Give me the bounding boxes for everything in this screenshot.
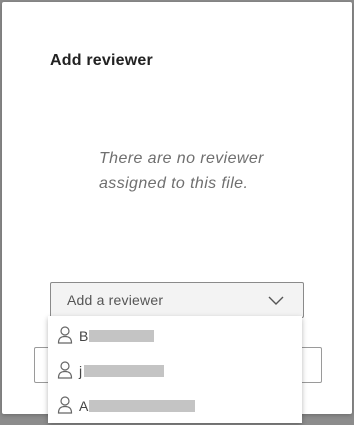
chevron-down-icon (268, 296, 284, 305)
reviewer-option-label: B (79, 327, 89, 344)
empty-reviewers-message: There are no reviewer assigned to this f… (99, 150, 264, 192)
select-placeholder: Add a reviewer (67, 292, 164, 308)
reviewer-option[interactable]: B (48, 318, 302, 353)
reviewer-option[interactable]: j (48, 353, 302, 388)
redacted-name (89, 330, 154, 342)
dialog-title: Add reviewer (50, 52, 153, 69)
add-reviewer-select[interactable]: Add a reviewer (50, 282, 304, 318)
reviewer-option[interactable]: A (48, 388, 302, 423)
person-icon (57, 361, 73, 379)
redacted-name (84, 365, 164, 377)
redacted-name (89, 400, 195, 412)
reviewer-option-label: j (79, 362, 83, 379)
reviewer-option-label: A (79, 397, 89, 414)
person-icon (57, 396, 73, 414)
reviewer-dropdown-list: B j A (48, 316, 302, 423)
person-icon (57, 326, 73, 344)
